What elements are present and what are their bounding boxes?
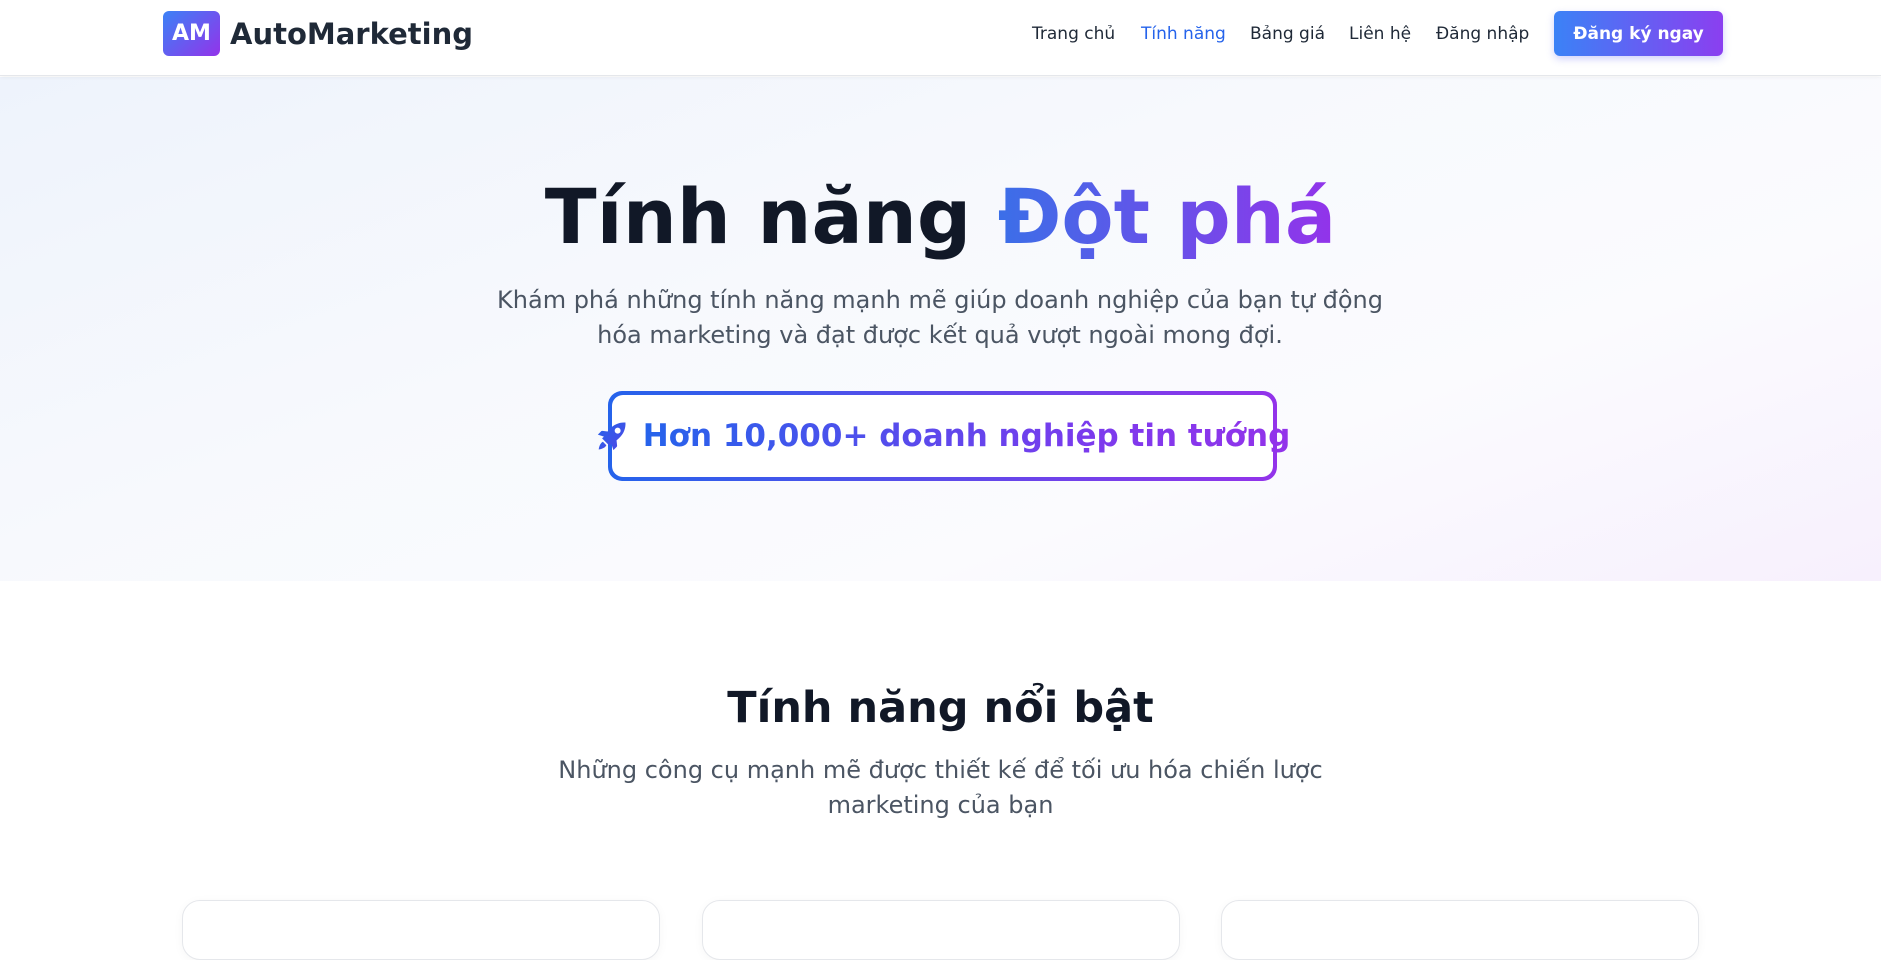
- trust-badge-inner: Hơn 10,000+ doanh nghiệp tin tướng: [597, 395, 1290, 477]
- hero-section: Tính năng Đột phá Khám phá những tính nă…: [0, 77, 1881, 581]
- hero-title-highlight: Đột phá: [997, 172, 1337, 261]
- logo-badge: AM: [163, 11, 220, 56]
- brand-name: AutoMarketing: [230, 16, 473, 51]
- features-title: Tính năng nổi bật: [727, 683, 1154, 733]
- features-subtitle: Những công cụ mạnh mẽ được thiết kế để t…: [558, 756, 1323, 819]
- hero-subtitle: Khám phá những tính năng mạnh mẽ giúp do…: [497, 286, 1383, 349]
- rocket-icon: [595, 419, 629, 453]
- signup-button[interactable]: Đăng ký ngay: [1554, 11, 1723, 56]
- nav-item-contact[interactable]: Liên hệ: [1349, 24, 1411, 44]
- feature-card[interactable]: [1221, 900, 1699, 960]
- nav-item-features[interactable]: Tính năng: [1141, 24, 1226, 44]
- feature-card[interactable]: [182, 900, 660, 960]
- brand-logo[interactable]: AM AutoMarketing: [163, 11, 473, 56]
- hero-title-plain: Tính năng: [544, 172, 998, 261]
- trust-badge: Hơn 10,000+ doanh nghiệp tin tướng: [597, 391, 1290, 481]
- trust-badge-text: Hơn 10,000+ doanh nghiệp tin tướng: [642, 418, 1291, 454]
- feature-card[interactable]: [702, 900, 1180, 960]
- nav-item-home[interactable]: Trang chủ: [1032, 24, 1115, 44]
- hero-title: Tính năng Đột phá: [0, 172, 1881, 261]
- nav-item-pricing[interactable]: Bảng giá: [1250, 24, 1325, 44]
- site-header: AM AutoMarketing Trang chủ Tính năng Bản…: [0, 0, 1881, 76]
- nav-item-login[interactable]: Đăng nhập: [1436, 24, 1529, 44]
